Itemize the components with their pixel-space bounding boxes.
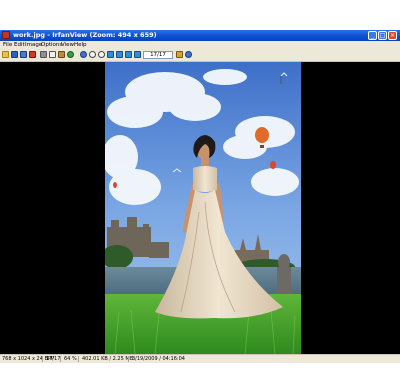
previous-file-icon[interactable]	[116, 51, 123, 58]
status-file-index: 17/17	[46, 356, 61, 362]
menu-bar: File Edit Image Options View Help	[0, 41, 400, 49]
status-divider	[42, 356, 43, 362]
menu-view[interactable]: View	[61, 41, 74, 49]
last-file-icon[interactable]	[134, 51, 141, 58]
minimize-button[interactable]: _	[368, 31, 377, 40]
status-divider	[128, 356, 129, 362]
menu-help[interactable]: Help	[74, 41, 87, 49]
title-bar[interactable]: work.jpg - IrfanView (Zoom: 494 x 659) _…	[0, 30, 400, 41]
paste-icon[interactable]	[58, 51, 65, 58]
next-file-icon[interactable]	[125, 51, 132, 58]
status-zoom: 64 %	[64, 356, 77, 362]
window-title: work.jpg - IrfanView (Zoom: 494 x 659)	[13, 31, 157, 39]
menu-edit[interactable]: Edit	[14, 41, 25, 49]
image-viewer[interactable]	[0, 62, 400, 354]
help-icon[interactable]	[185, 51, 192, 58]
irfanview-window: work.jpg - IrfanView (Zoom: 494 x 659) _…	[0, 30, 400, 363]
close-button[interactable]: ×	[388, 31, 397, 40]
maximize-button[interactable]: □	[378, 31, 387, 40]
toolbar: 17/17	[0, 49, 400, 62]
open-folder-icon[interactable]	[2, 51, 9, 58]
menu-options[interactable]: Options	[41, 41, 62, 49]
status-file-size: 402.01 KB / 2.25 MB	[82, 356, 134, 362]
file-counter[interactable]: 17/17	[143, 51, 173, 59]
copy-icon[interactable]	[49, 51, 56, 58]
delete-icon[interactable]	[29, 51, 36, 58]
zoom-in-icon[interactable]	[89, 51, 96, 58]
cut-icon[interactable]	[40, 51, 47, 58]
menu-image[interactable]: Image	[25, 41, 42, 49]
bride-photo	[105, 62, 301, 354]
status-datetime: 3/19/2009 / 04:16:04	[132, 356, 185, 362]
zoom-out-icon[interactable]	[98, 51, 105, 58]
undo-icon[interactable]	[67, 51, 74, 58]
irfanview-app-icon[interactable]	[2, 31, 10, 39]
save-icon[interactable]	[11, 51, 18, 58]
info-icon[interactable]	[80, 51, 87, 58]
slideshow-icon[interactable]	[176, 51, 183, 58]
window-controls: _ □ ×	[368, 31, 397, 40]
menu-file[interactable]: File	[3, 41, 12, 49]
status-divider	[60, 356, 61, 362]
status-divider	[78, 356, 79, 362]
first-file-icon[interactable]	[107, 51, 114, 58]
save-as-icon[interactable]	[20, 51, 27, 58]
status-bar: 768 x 1024 x 24 BPP 17/17 64 % 402.01 KB…	[0, 354, 400, 363]
